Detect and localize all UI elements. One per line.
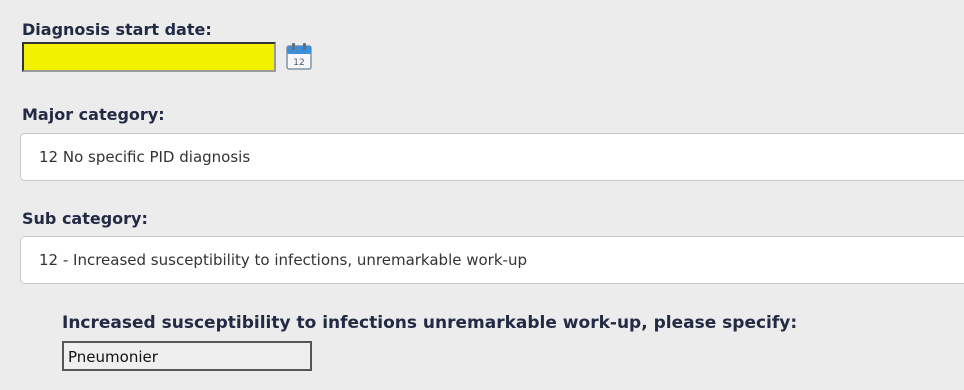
specify-label: Increased susceptibility to infections u… xyxy=(62,313,798,333)
sub-category-label: Sub category: xyxy=(22,209,148,228)
diagnosis-form: Diagnosis start date: 12 Major category:… xyxy=(0,0,964,390)
major-category-selected-value: 12 No specific PID diagnosis xyxy=(39,148,251,166)
sub-category-select[interactable]: 12 - Increased susceptibility to infecti… xyxy=(20,236,964,284)
calendar-icon[interactable]: 12 xyxy=(286,42,312,70)
major-category-label: Major category: xyxy=(22,105,165,124)
specify-value: Pneumonier xyxy=(68,348,158,366)
calendar-icon-day: 12 xyxy=(293,58,304,68)
specify-input[interactable]: Pneumonier xyxy=(62,341,312,371)
diagnosis-start-date-label: Diagnosis start date: xyxy=(22,20,212,39)
diagnosis-start-date-input[interactable] xyxy=(22,42,276,72)
major-category-select[interactable]: 12 No specific PID diagnosis xyxy=(20,133,964,181)
sub-category-selected-value: 12 - Increased susceptibility to infecti… xyxy=(39,251,527,269)
